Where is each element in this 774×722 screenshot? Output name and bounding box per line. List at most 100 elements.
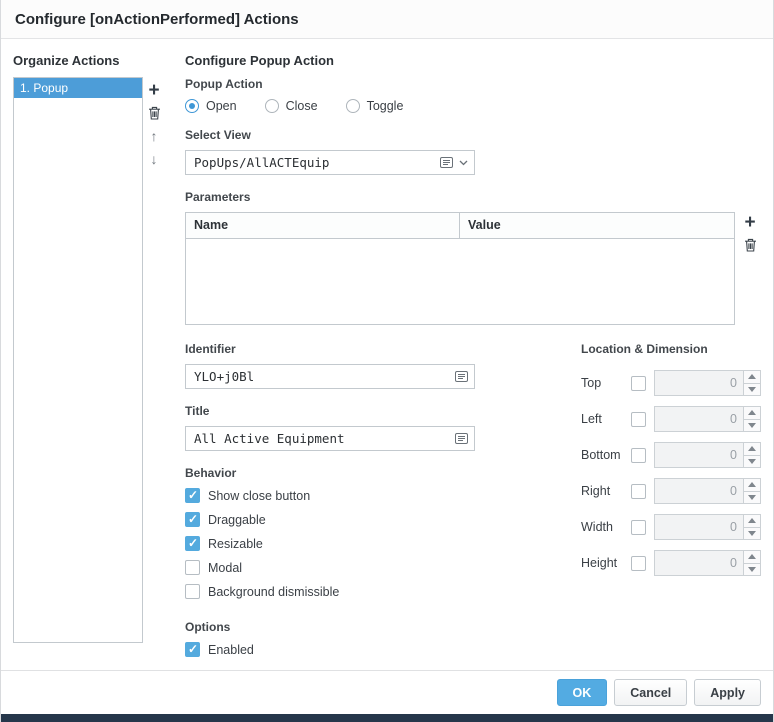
checkbox-enabled[interactable]: Enabled bbox=[185, 642, 485, 657]
checkbox-modal[interactable]: Modal bbox=[185, 560, 485, 575]
top-spinner[interactable]: 0 bbox=[654, 370, 761, 396]
apply-button[interactable]: Apply bbox=[694, 679, 761, 706]
spinner-down-button[interactable] bbox=[744, 419, 760, 431]
spinner-down-button[interactable] bbox=[744, 455, 760, 467]
ok-button[interactable]: OK bbox=[556, 679, 608, 706]
radio-icon bbox=[345, 99, 360, 113]
organize-actions-heading: Organize Actions bbox=[13, 53, 120, 68]
triangle-up-icon bbox=[748, 374, 756, 380]
width-spinner[interactable]: 0 bbox=[654, 514, 761, 540]
delete-action-button[interactable] bbox=[144, 103, 164, 123]
checkbox-icon[interactable] bbox=[631, 555, 646, 571]
field-label: Height bbox=[581, 556, 618, 570]
checkbox-resizable[interactable]: Resizable bbox=[185, 536, 485, 551]
triangle-up-icon bbox=[748, 410, 756, 416]
spinner-value: 0 bbox=[730, 556, 737, 570]
parameters-toolbar: + bbox=[739, 212, 761, 258]
checkbox-icon[interactable] bbox=[631, 411, 646, 427]
radio-toggle[interactable]: Toggle bbox=[345, 99, 404, 113]
parameters-table[interactable]: Name Value bbox=[185, 212, 735, 325]
left-spinner[interactable]: 0 bbox=[654, 406, 761, 432]
spinner-up-button[interactable] bbox=[744, 443, 760, 456]
location-dimension-label: Location & Dimension bbox=[581, 342, 708, 356]
checkbox-show-close-button[interactable]: Show close button bbox=[185, 488, 485, 503]
dialog-title: Configure [onActionPerformed] Actions bbox=[1, 0, 773, 39]
triangle-up-icon bbox=[748, 518, 756, 524]
identifier-input[interactable]: YLO+j0Bl bbox=[185, 364, 475, 389]
checkbox-label: Draggable bbox=[208, 512, 266, 527]
select-view-dropdown[interactable]: PopUps/AllACTEquip bbox=[185, 150, 475, 175]
checkbox-icon bbox=[185, 536, 200, 551]
dialog-footer: OK Cancel Apply bbox=[1, 670, 773, 714]
arrow-down-icon: ↓ bbox=[150, 151, 158, 167]
action-list-item[interactable]: 1. Popup bbox=[14, 78, 142, 98]
spinner-down-button[interactable] bbox=[744, 527, 760, 539]
add-action-button[interactable]: + bbox=[144, 80, 164, 100]
behavior-label: Behavior bbox=[185, 466, 237, 480]
triangle-down-icon bbox=[748, 458, 756, 464]
location-dimension-panel: Location & Dimension Top 0 Left 0 Bottom… bbox=[581, 342, 761, 666]
triangle-down-icon bbox=[748, 422, 756, 428]
window-bottom-bar bbox=[1, 714, 773, 722]
identifier-label: Identifier bbox=[185, 342, 236, 356]
spinner-up-button[interactable] bbox=[744, 479, 760, 492]
field-label: Left bbox=[581, 412, 602, 426]
delete-parameter-button[interactable] bbox=[740, 235, 760, 255]
right-spinner[interactable]: 0 bbox=[654, 478, 761, 504]
radio-open[interactable]: Open bbox=[185, 99, 237, 113]
spinner-up-button[interactable] bbox=[744, 407, 760, 420]
triangle-down-icon bbox=[748, 494, 756, 500]
title-input[interactable]: All Active Equipment bbox=[185, 426, 475, 451]
spinner-up-button[interactable] bbox=[744, 551, 760, 564]
move-up-button[interactable]: ↑ bbox=[144, 126, 164, 146]
trash-icon bbox=[744, 238, 757, 252]
checkbox-icon bbox=[185, 584, 200, 599]
add-parameter-button[interactable]: + bbox=[740, 212, 760, 232]
spinner-value: 0 bbox=[730, 520, 737, 534]
spinner-up-button[interactable] bbox=[744, 371, 760, 384]
column-header-name[interactable]: Name bbox=[186, 213, 460, 238]
triangle-down-icon bbox=[748, 566, 756, 572]
parameters-label: Parameters bbox=[185, 190, 251, 204]
triangle-down-icon bbox=[748, 530, 756, 536]
checkbox-draggable[interactable]: Draggable bbox=[185, 512, 485, 527]
cancel-button[interactable]: Cancel bbox=[614, 679, 688, 706]
parameters-table-body[interactable] bbox=[186, 239, 734, 324]
checkbox-label: Background dismissible bbox=[208, 584, 340, 599]
dialog-body: Organize Actions 1. Popup + ↑ ↓ Configur… bbox=[1, 39, 773, 670]
checkbox-icon bbox=[185, 488, 200, 503]
location-row-right: Right 0 bbox=[581, 478, 761, 504]
parameters-table-header: Name Value bbox=[186, 213, 734, 239]
checkbox-icon[interactable] bbox=[631, 483, 646, 499]
chevron-down-icon[interactable] bbox=[459, 160, 468, 166]
checkbox-icon[interactable] bbox=[631, 447, 646, 463]
checkbox-label: Show close button bbox=[208, 488, 311, 503]
location-row-left: Left 0 bbox=[581, 406, 761, 432]
radio-close[interactable]: Close bbox=[264, 99, 318, 113]
checkbox-icon[interactable] bbox=[631, 519, 646, 535]
spinner-down-button[interactable] bbox=[744, 563, 760, 575]
spinner-up-button[interactable] bbox=[744, 515, 760, 528]
location-row-bottom: Bottom 0 bbox=[581, 442, 761, 468]
spinner-down-button[interactable] bbox=[744, 383, 760, 395]
checkbox-icon bbox=[185, 512, 200, 527]
actions-listbox[interactable]: 1. Popup bbox=[13, 77, 143, 643]
triangle-up-icon bbox=[748, 446, 756, 452]
radio-label: Toggle bbox=[366, 99, 404, 113]
checkbox-background-dismissible[interactable]: Background dismissible bbox=[185, 584, 485, 599]
spinner-down-button[interactable] bbox=[744, 491, 760, 503]
radio-icon bbox=[185, 99, 199, 113]
field-label: Width bbox=[581, 520, 613, 534]
radio-label: Open bbox=[206, 99, 237, 113]
checkbox-icon[interactable] bbox=[631, 375, 646, 391]
height-spinner[interactable]: 0 bbox=[654, 550, 761, 576]
bottom-spinner[interactable]: 0 bbox=[654, 442, 761, 468]
field-label: Bottom bbox=[581, 448, 621, 462]
radio-label: Close bbox=[285, 99, 318, 113]
checkbox-label: Resizable bbox=[208, 536, 263, 551]
triangle-up-icon bbox=[748, 482, 756, 488]
organize-actions-panel: Organize Actions 1. Popup + ↑ ↓ bbox=[13, 51, 165, 670]
move-down-button[interactable]: ↓ bbox=[144, 149, 164, 169]
column-header-value[interactable]: Value bbox=[460, 213, 734, 238]
plus-icon: + bbox=[744, 211, 756, 233]
